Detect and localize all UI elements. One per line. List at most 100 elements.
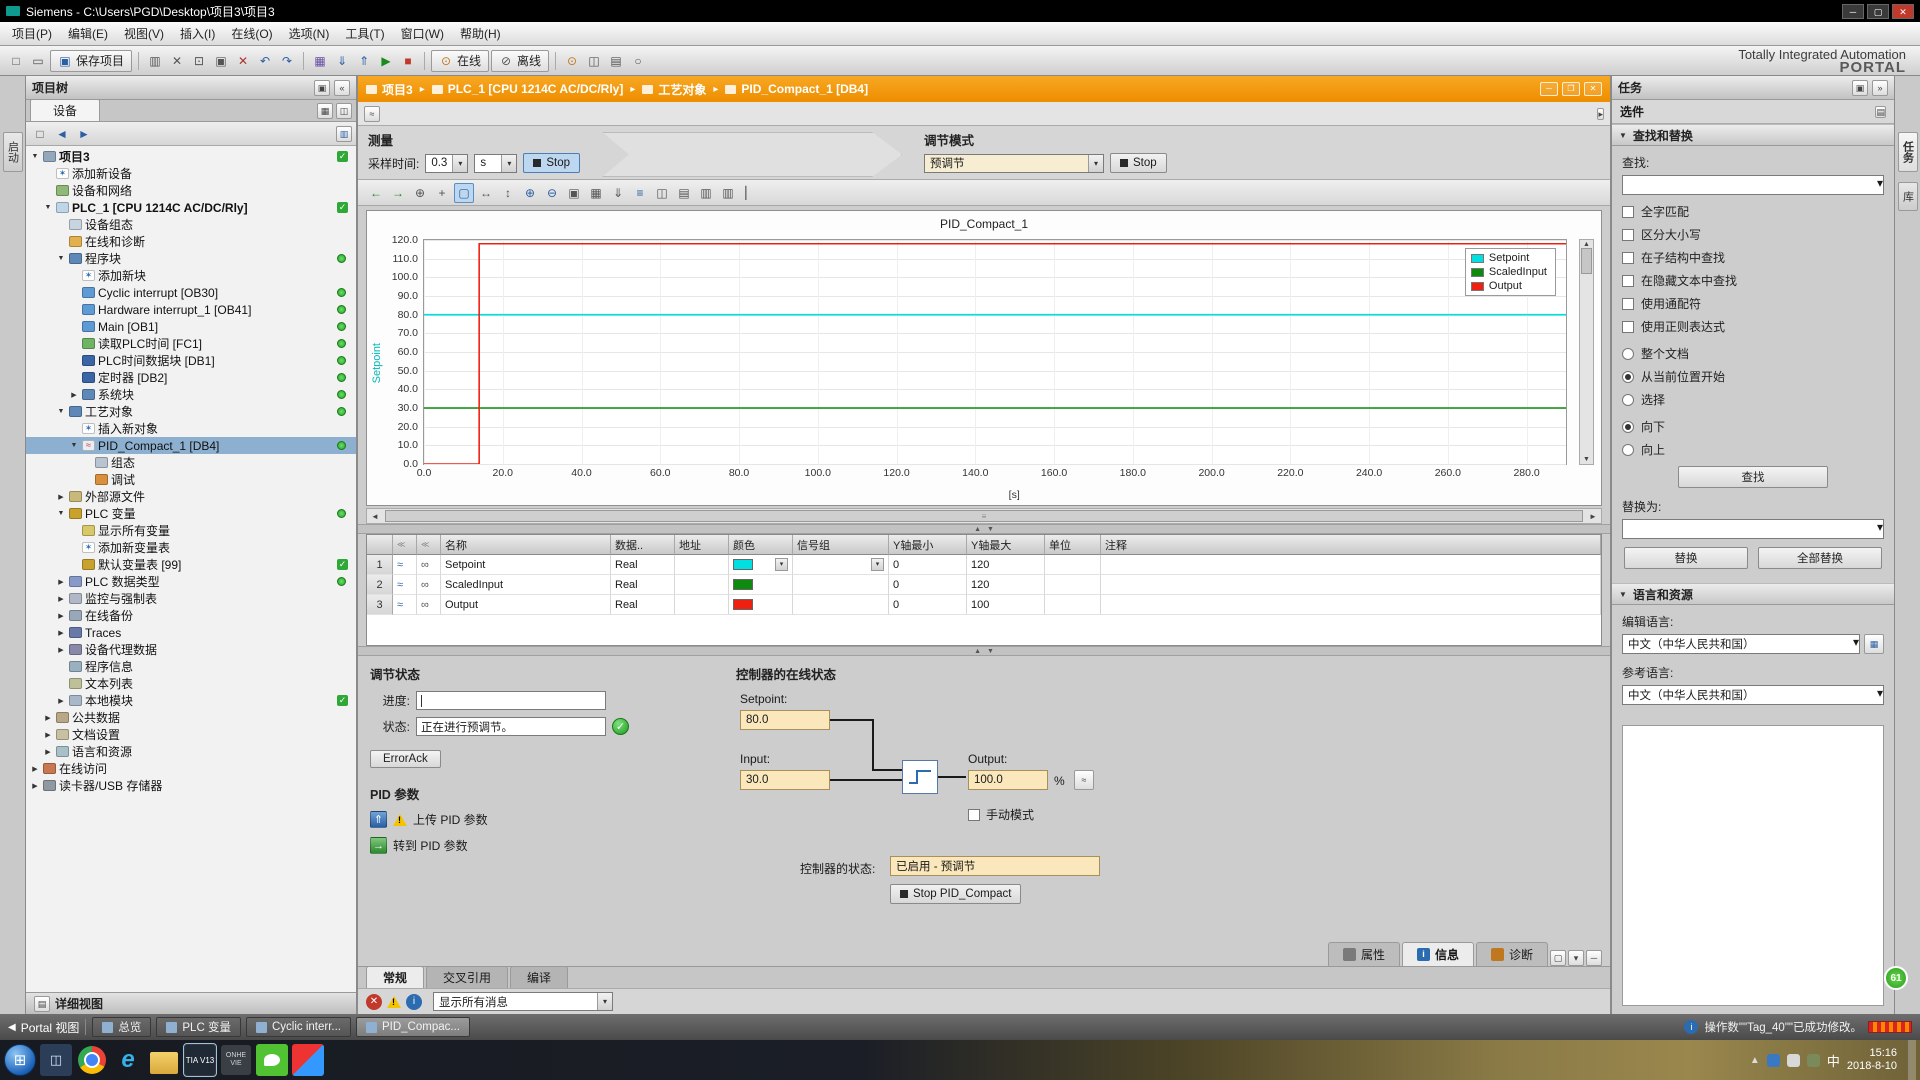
- inspector-tab-属性[interactable]: 属性: [1328, 942, 1400, 966]
- expander-icon[interactable]: ▶: [56, 629, 66, 637]
- tree-node[interactable]: 组态: [26, 454, 356, 471]
- notification-badge[interactable]: 61: [1884, 966, 1908, 990]
- new-item-icon[interactable]: □: [30, 124, 50, 144]
- ime-indicator[interactable]: 中: [1827, 1051, 1840, 1070]
- taskbar-app-folder[interactable]: [148, 1044, 180, 1076]
- menu-项目(P)[interactable]: 项目(P): [4, 23, 60, 44]
- tree-node[interactable]: ▶文档设置: [26, 726, 356, 743]
- tree-node[interactable]: ▶PLC 数据类型: [26, 573, 356, 590]
- scroll-left-icon[interactable]: ◄: [367, 512, 383, 521]
- detail-view-bar[interactable]: ▤ 详细视图: [26, 992, 356, 1014]
- upload-icon[interactable]: ⇑: [354, 51, 374, 71]
- splitter-chart-table[interactable]: ▲▼: [358, 524, 1610, 534]
- menu-在线(O)[interactable]: 在线(O): [223, 23, 280, 44]
- checkbox-在隐藏文本中查找[interactable]: [1622, 275, 1634, 287]
- tree-node[interactable]: ▶在线备份: [26, 607, 356, 624]
- comment-cell[interactable]: [1101, 575, 1601, 595]
- start-button[interactable]: ⊞: [4, 1044, 36, 1076]
- taskbar-app-chrome[interactable]: [76, 1044, 108, 1076]
- portal-view-button[interactable]: ◀ Portal 视图: [8, 1019, 79, 1036]
- radio-向下[interactable]: [1622, 421, 1634, 433]
- window-maximize-button[interactable]: ▢: [1867, 4, 1889, 19]
- tray-expand-icon[interactable]: ▲: [1750, 1055, 1760, 1066]
- tuning-mode-select[interactable]: 预调节▾: [924, 154, 1104, 173]
- measure-cursor-icon[interactable]: ⊕: [410, 183, 430, 203]
- align-left-icon[interactable]: ▥: [696, 183, 716, 203]
- status-field[interactable]: 正在进行预调节。: [416, 717, 606, 736]
- tab-devices[interactable]: 设备: [30, 99, 100, 121]
- datatype-cell[interactable]: Real: [611, 555, 675, 575]
- export-icon[interactable]: ⇓: [608, 183, 628, 203]
- menu-工具(T)[interactable]: 工具(T): [337, 23, 392, 44]
- editor-bar-button-PLC 变量[interactable]: PLC 变量: [156, 1017, 241, 1037]
- expander-icon[interactable]: ▼: [56, 510, 66, 517]
- checkbox-在子结构中查找[interactable]: [1622, 252, 1634, 264]
- tree-node[interactable]: ▶语言和资源: [26, 743, 356, 760]
- progress-field[interactable]: [416, 691, 606, 710]
- window-minimize-button[interactable]: ─: [1842, 4, 1864, 19]
- tree-node[interactable]: ✶添加新设备: [26, 165, 356, 182]
- tree-node[interactable]: ▶Traces: [26, 624, 356, 641]
- zoom-in-icon[interactable]: ⊕: [520, 183, 540, 203]
- column-settings-icon[interactable]: ▥: [336, 126, 352, 142]
- checkbox-全字匹配[interactable]: [1622, 206, 1634, 218]
- tree-node[interactable]: ▼≈PID_Compact_1 [DB4]: [26, 437, 356, 454]
- inspector-tab-诊断[interactable]: 诊断: [1476, 942, 1548, 966]
- chart-horizontal-scrollbar[interactable]: ◄ ≡ ►: [366, 508, 1602, 524]
- inspector-tab-信息[interactable]: i信息: [1402, 942, 1474, 966]
- tree-node[interactable]: 设备组态: [26, 216, 356, 233]
- tree-node[interactable]: PLC时间数据块 [DB1]: [26, 352, 356, 369]
- y-min-cell[interactable]: 0: [889, 595, 967, 615]
- back-icon[interactable]: ←: [366, 183, 386, 203]
- tree-node[interactable]: 在线和诊断: [26, 233, 356, 250]
- scroll-up-icon[interactable]: ▲: [1583, 241, 1590, 248]
- search-icon[interactable]: ○: [628, 51, 648, 71]
- expander-icon[interactable]: ▶: [30, 782, 40, 790]
- tuning-stop-button[interactable]: Stop: [1110, 153, 1167, 173]
- output-field[interactable]: 100.0: [968, 770, 1048, 790]
- setpoint-field[interactable]: 80.0: [740, 710, 830, 730]
- download-icon[interactable]: ⇓: [332, 51, 352, 71]
- editor-maximize-button[interactable]: ❐: [1562, 82, 1580, 96]
- tree-node[interactable]: ▶本地模块✓: [26, 692, 356, 709]
- start-rail-tab[interactable]: 启动: [3, 132, 23, 172]
- expander-icon[interactable]: ▼: [43, 204, 53, 211]
- find-button[interactable]: 查找: [1678, 466, 1828, 488]
- address-cell[interactable]: [675, 555, 729, 575]
- collapse-right-icon[interactable]: »: [1872, 80, 1888, 96]
- tree-node[interactable]: Hardware interrupt_1 [OB41]: [26, 301, 356, 318]
- measurement-stop-button[interactable]: Stop: [523, 153, 580, 173]
- scroll-thumb[interactable]: [1581, 248, 1592, 274]
- tray-volume-icon[interactable]: [1787, 1054, 1800, 1067]
- overview-icon[interactable]: ◫: [336, 103, 352, 119]
- color-swatch[interactable]: [733, 599, 753, 610]
- split-editor-icon[interactable]: ◫: [584, 51, 604, 71]
- trend-edit-icon[interactable]: ≈: [1074, 770, 1094, 790]
- checkbox-使用通配符[interactable]: [1622, 298, 1634, 310]
- address-cell[interactable]: [675, 595, 729, 615]
- editor-bar-button-Cyclic interr...[interactable]: Cyclic interr...: [246, 1017, 351, 1037]
- input-field[interactable]: 30.0: [740, 770, 830, 790]
- signal-group-cell[interactable]: [793, 595, 889, 615]
- pan-icon[interactable]: +: [432, 183, 452, 203]
- replace-button[interactable]: 替换: [1624, 547, 1748, 569]
- expander-icon[interactable]: ▶: [56, 493, 66, 501]
- editor-close-button[interactable]: ✕: [1584, 82, 1602, 96]
- tree-back-icon[interactable]: ◄: [52, 124, 72, 144]
- taskbar-app-dict[interactable]: [292, 1044, 324, 1076]
- info-filter-icon[interactable]: i: [406, 994, 422, 1010]
- signal-group-cell[interactable]: [793, 575, 889, 595]
- y-max-cell[interactable]: 100: [967, 595, 1045, 615]
- tree-node[interactable]: 文本列表: [26, 675, 356, 692]
- stop-cpu-icon[interactable]: ■: [398, 51, 418, 71]
- message-filter-select[interactable]: 显示所有消息▾: [433, 992, 613, 1011]
- datatype-cell[interactable]: Real: [611, 575, 675, 595]
- taskbar-clock[interactable]: 15:16 2018-8-10: [1847, 1047, 1901, 1073]
- sub-tab-交叉引用[interactable]: 交叉引用: [426, 966, 508, 988]
- legend-icon[interactable]: ≡: [630, 183, 650, 203]
- tree-node[interactable]: ▼PLC 变量: [26, 505, 356, 522]
- address-cell[interactable]: [675, 575, 729, 595]
- splitter-table-status[interactable]: ▲▼: [358, 646, 1610, 656]
- replace-input[interactable]: ▾: [1622, 519, 1884, 539]
- paste-icon[interactable]: ▣: [211, 51, 231, 71]
